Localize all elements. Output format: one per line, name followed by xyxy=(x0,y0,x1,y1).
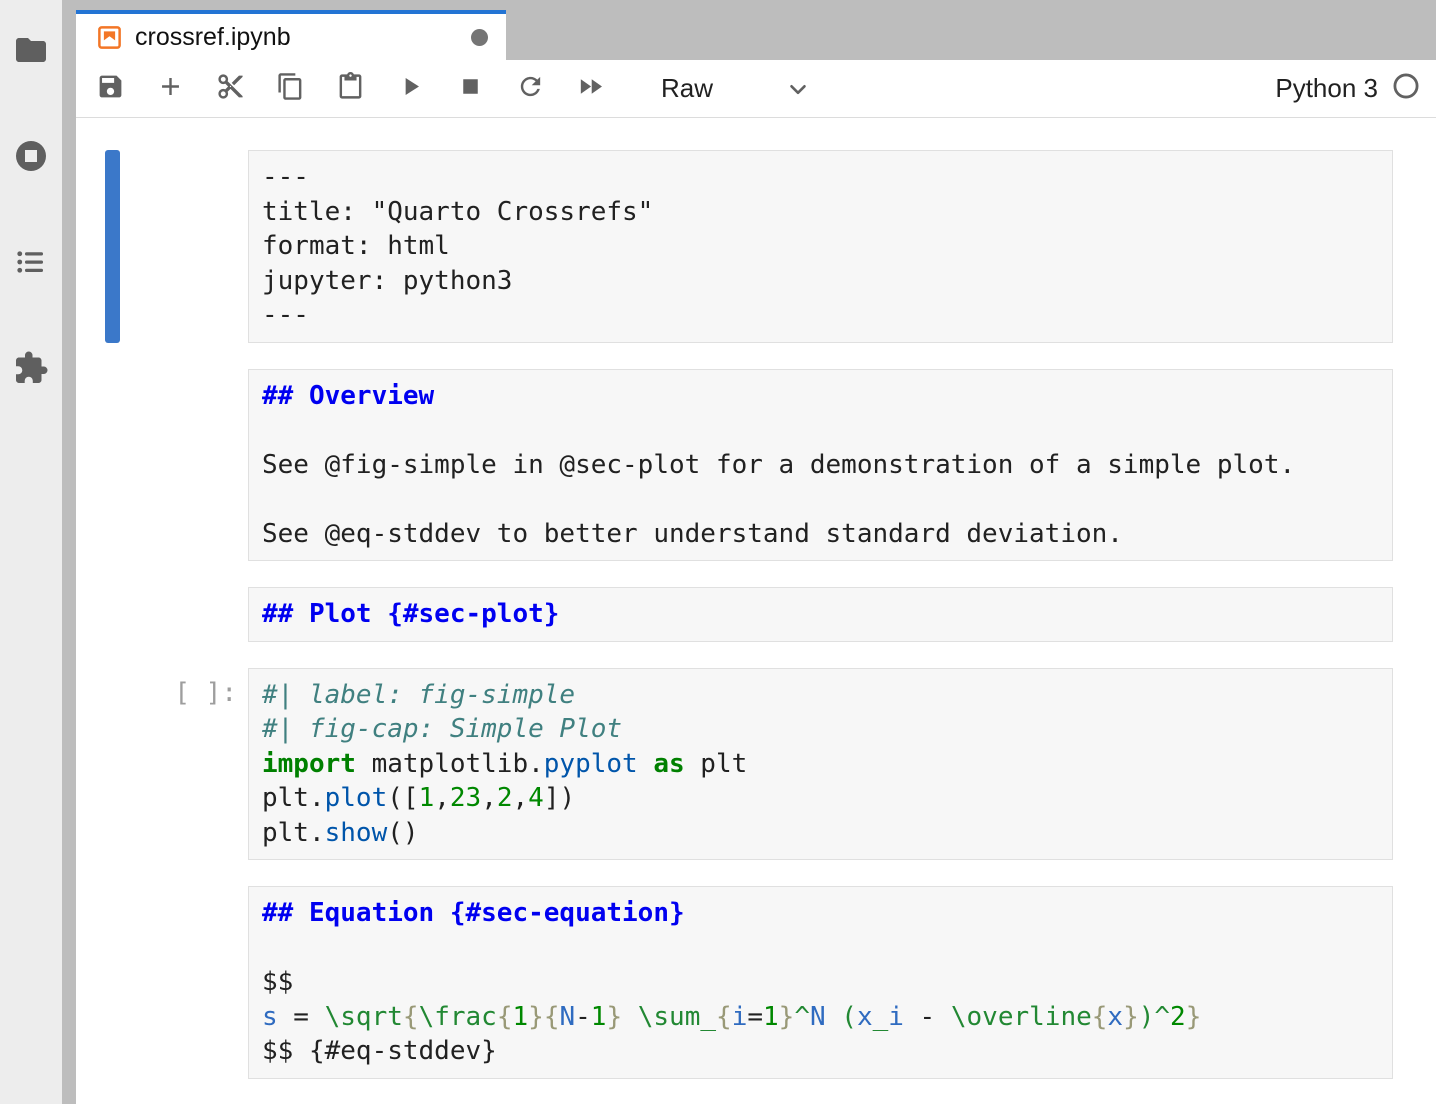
raw-cell: ---title: "Quarto Crossrefs"format: html… xyxy=(76,150,1436,343)
code-line: format: html xyxy=(262,229,1379,264)
execution-prompt: [ ]: xyxy=(120,668,248,861)
main-area: crossref.ipynb xyxy=(76,0,1436,1104)
code-line: plt.plot([1,23,2,4]) xyxy=(262,781,1379,816)
code-line: --- xyxy=(262,298,1379,333)
code-line xyxy=(262,482,1379,517)
stop-circle-icon xyxy=(13,138,49,179)
cut-cells-button[interactable] xyxy=(215,74,245,104)
restart-kernel-button[interactable] xyxy=(515,74,545,104)
code-line: import matplotlib.pyplot as plt xyxy=(262,747,1379,782)
code-line: #| fig-cap: Simple Plot xyxy=(262,712,1379,747)
restart-icon xyxy=(516,72,545,106)
code-line: ## Overview xyxy=(262,379,1379,414)
tab-crossref-ipynb[interactable]: crossref.ipynb xyxy=(76,10,506,60)
cell-collapser[interactable] xyxy=(105,587,120,642)
save-button[interactable] xyxy=(95,74,125,104)
restart-run-all-button[interactable] xyxy=(575,74,605,104)
play-icon xyxy=(396,72,425,106)
cell-type-dropdown[interactable]: Raw xyxy=(661,73,811,104)
activity-sidebar xyxy=(0,0,62,1104)
chevron-down-icon xyxy=(785,76,811,102)
kernel-status-icon[interactable] xyxy=(1392,72,1420,105)
execution-prompt xyxy=(120,369,248,562)
cell-type-value: Raw xyxy=(661,73,713,104)
copy-cells-button[interactable] xyxy=(275,74,305,104)
scissors-icon xyxy=(216,72,245,106)
copy-icon xyxy=(276,72,305,106)
notebook-toolbar: Raw Python 3 xyxy=(76,60,1436,118)
notebook-icon xyxy=(96,24,123,51)
plus-icon xyxy=(156,72,185,106)
sidebar-item-file-browser[interactable] xyxy=(14,35,48,69)
tab-title: crossref.ipynb xyxy=(135,23,291,52)
add-cell-button[interactable] xyxy=(155,74,185,104)
cell-editor[interactable]: #| label: fig-simple#| fig-cap: Simple P… xyxy=(248,668,1393,861)
notebook-cells: ---title: "Quarto Crossrefs"format: html… xyxy=(76,150,1436,1079)
sidebar-item-table-of-contents[interactable] xyxy=(14,247,48,281)
code-line: ## Equation {#sec-equation} xyxy=(262,896,1379,931)
run-cell-button[interactable] xyxy=(395,74,425,104)
code-line: ## Plot {#sec-plot} xyxy=(262,597,1379,632)
sidebar-divider xyxy=(62,0,76,1104)
folder-icon xyxy=(13,32,49,73)
cell-collapser[interactable] xyxy=(105,150,120,343)
interrupt-kernel-button[interactable] xyxy=(455,74,485,104)
markdown-cell: ## Plot {#sec-plot} xyxy=(76,587,1436,642)
code-line: plt.show() xyxy=(262,816,1379,851)
kernel-switcher[interactable]: Python 3 xyxy=(1275,72,1420,105)
code-line xyxy=(262,931,1379,966)
cell-collapser[interactable] xyxy=(105,369,120,562)
code-line: title: "Quarto Crossrefs" xyxy=(262,195,1379,230)
tab-bar: crossref.ipynb xyxy=(76,0,1436,60)
cell-collapser[interactable] xyxy=(105,886,120,1079)
puzzle-icon xyxy=(13,350,49,391)
markdown-cell: ## Overview See @fig-simple in @sec-plot… xyxy=(76,369,1436,562)
list-icon xyxy=(13,244,49,285)
code-line: s = \sqrt{\frac{1}{N-1} \sum_{i=1}^N (x_… xyxy=(262,1000,1379,1035)
notebook-panel: ---title: "Quarto Crossrefs"format: html… xyxy=(76,118,1436,1104)
markdown-cell: ## Equation {#sec-equation} $$s = \sqrt{… xyxy=(76,886,1436,1079)
stop-icon xyxy=(456,72,485,106)
paste-cells-button[interactable] xyxy=(335,74,365,104)
code-line: $$ xyxy=(262,965,1379,1000)
code-line: See @eq-stddev to better understand stan… xyxy=(262,517,1379,552)
code-line: jupyter: python3 xyxy=(262,264,1379,299)
code-line xyxy=(262,413,1379,448)
code-line: --- xyxy=(262,160,1379,195)
code-line: $$ {#eq-stddev} xyxy=(262,1034,1379,1069)
cell-editor[interactable]: ## Overview See @fig-simple in @sec-plot… xyxy=(248,369,1393,562)
execution-prompt xyxy=(120,150,248,343)
execution-prompt xyxy=(120,886,248,1079)
unsaved-changes-dot[interactable] xyxy=(471,29,488,46)
cell-editor[interactable]: ## Equation {#sec-equation} $$s = \sqrt{… xyxy=(248,886,1393,1079)
cell-collapser[interactable] xyxy=(105,668,120,861)
sidebar-item-running-kernels[interactable] xyxy=(14,141,48,175)
save-icon xyxy=(96,72,125,106)
code-line: See @fig-simple in @sec-plot for a demon… xyxy=(262,448,1379,483)
fast-forward-icon xyxy=(576,72,605,106)
code-line: #| label: fig-simple xyxy=(262,678,1379,713)
kernel-name: Python 3 xyxy=(1275,73,1378,104)
cell-editor[interactable]: ## Plot {#sec-plot} xyxy=(248,587,1393,642)
code-cell: [ ]:#| label: fig-simple#| fig-cap: Simp… xyxy=(76,668,1436,861)
execution-prompt xyxy=(120,587,248,642)
cell-editor[interactable]: ---title: "Quarto Crossrefs"format: html… xyxy=(248,150,1393,343)
sidebar-item-extension-manager[interactable] xyxy=(14,353,48,387)
clipboard-icon xyxy=(336,72,365,106)
